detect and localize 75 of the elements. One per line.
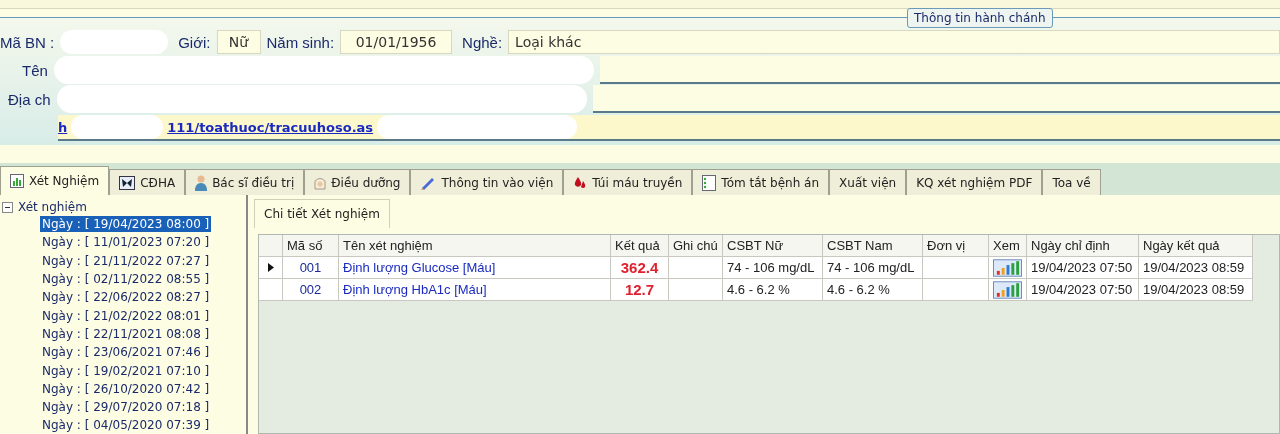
field-label: Năm sinh: bbox=[266, 33, 335, 51]
blood-drop-icon bbox=[573, 175, 588, 190]
field-label: Nghề: bbox=[462, 33, 503, 51]
name-field[interactable] bbox=[599, 56, 1280, 84]
doctor-icon bbox=[195, 174, 208, 191]
tree-item[interactable]: Ngày : [ 02/11/2022 08:55 ] bbox=[40, 271, 212, 288]
tree-item[interactable]: Ngày : [ 19/04/2023 08:00 ] bbox=[40, 216, 212, 233]
bar-chart-icon[interactable] bbox=[993, 258, 1022, 277]
tab[interactable]: Xét Nghiệm bbox=[0, 166, 110, 195]
chart-icon bbox=[10, 174, 24, 188]
table-cell: 19/04/2023 08:59 bbox=[1139, 279, 1253, 301]
butterfly-icon bbox=[119, 175, 136, 190]
table-cell: 19/04/2023 07:50 bbox=[1027, 279, 1139, 301]
field-label: Tên bbox=[22, 61, 48, 79]
field-label: Giới: bbox=[178, 33, 211, 51]
tab[interactable]: Bác sĩ điều trị bbox=[185, 169, 305, 195]
table-cell: 4.6 - 6.2 % bbox=[723, 279, 823, 301]
column-header[interactable]: Kết quả bbox=[611, 235, 669, 257]
table-cell: 19/04/2023 07:50 bbox=[1027, 257, 1139, 279]
collapse-icon[interactable] bbox=[2, 201, 13, 213]
table-cell: 4.6 - 6.2 % bbox=[823, 279, 923, 301]
column-header[interactable]: Ngày kết quả bbox=[1139, 235, 1253, 257]
table-cell: 74 - 106 mg/dL bbox=[723, 257, 823, 279]
occupation-field[interactable]: Loại khác bbox=[508, 30, 1280, 54]
nurse-icon bbox=[314, 175, 327, 190]
column-header[interactable]: CSBT Nữ bbox=[723, 235, 823, 257]
tab[interactable]: CĐHA bbox=[109, 169, 186, 195]
tree-item[interactable]: Ngày : [ 22/06/2022 08:27 ] bbox=[40, 289, 212, 306]
tree-item[interactable]: Ngày : [ 19/02/2021 07:10 ] bbox=[40, 362, 212, 379]
header-cell bbox=[259, 235, 283, 257]
tab[interactable]: Điều dưỡng bbox=[304, 169, 411, 195]
tab[interactable]: Túi máu truyền bbox=[563, 169, 693, 195]
tree-item[interactable]: Ngày : [ 11/01/2023 07:20 ] bbox=[40, 234, 212, 251]
column-header[interactable]: Ngày chỉ định bbox=[1027, 235, 1139, 257]
column-header[interactable]: Xem bbox=[989, 235, 1027, 257]
tree-node[interactable]: Xét nghiệm bbox=[16, 199, 89, 215]
bar-chart-icon[interactable] bbox=[993, 280, 1022, 299]
column-header[interactable]: CSBT Nam bbox=[823, 235, 923, 257]
tree-item[interactable]: Ngày : [ 04/05/2020 07:39 ] bbox=[40, 417, 212, 434]
tab[interactable]: KQ xét nghiệm PDF bbox=[906, 169, 1043, 195]
tree-item[interactable]: Ngày : [ 23/06/2021 07:46 ] bbox=[40, 344, 212, 361]
tab[interactable]: Tóm tắt bệnh án bbox=[692, 169, 830, 195]
table-cell: 12.7 bbox=[611, 279, 669, 301]
list-icon bbox=[702, 174, 717, 191]
detail-tab[interactable]: Chi tiết Xét nghiệm bbox=[254, 199, 390, 228]
column-header[interactable]: Mã số bbox=[283, 235, 339, 257]
row-indicator[interactable] bbox=[259, 257, 283, 279]
table-cell: 002 bbox=[283, 279, 339, 301]
column-header[interactable]: Tên xét nghiệm bbox=[339, 235, 611, 257]
table-cell: Định lượng HbA1c [Máu] bbox=[339, 279, 611, 301]
table-cell: 19/04/2023 08:59 bbox=[1139, 257, 1253, 279]
pencil-icon bbox=[420, 175, 437, 190]
address-field[interactable] bbox=[592, 85, 1280, 113]
tree-item[interactable]: Ngày : [ 26/10/2020 07:42 ] bbox=[40, 380, 212, 397]
link-text[interactable]: 111/toathuoc/tracuuhoso.as bbox=[167, 119, 374, 135]
tree-item[interactable]: Ngày : [ 21/11/2022 07:27 ] bbox=[40, 252, 212, 269]
current-row-icon bbox=[267, 263, 274, 272]
column-header[interactable]: Đơn vị bbox=[923, 235, 989, 257]
gender-field[interactable]: Nữ bbox=[216, 30, 261, 54]
tree-item[interactable]: Ngày : [ 29/07/2020 07:18 ] bbox=[40, 399, 212, 416]
group-legend: Thông tin hành chánh bbox=[907, 8, 1053, 28]
field-label: Mã BN : bbox=[0, 33, 55, 51]
table-cell: 74 - 106 mg/dL bbox=[823, 257, 923, 279]
tab[interactable]: Xuất viện bbox=[829, 169, 907, 195]
tab[interactable]: Thông tin vào viện bbox=[410, 169, 564, 195]
table-cell: 362.4 bbox=[611, 257, 669, 279]
table-cell: Định lượng Glucose [Máu] bbox=[339, 257, 611, 279]
tab[interactable]: Toa về bbox=[1042, 169, 1101, 195]
tree-item[interactable]: Ngày : [ 22/11/2021 08:08 ] bbox=[40, 325, 212, 342]
table-cell: 001 bbox=[283, 257, 339, 279]
link-text[interactable]: h bbox=[58, 119, 68, 135]
birth-date-field[interactable]: 01/01/1956 bbox=[340, 30, 453, 54]
column-header[interactable]: Ghi chú bbox=[669, 235, 723, 257]
field-label: Địa ch bbox=[8, 90, 51, 108]
tree-item[interactable]: Ngày : [ 21/02/2022 08:01 ] bbox=[40, 307, 212, 324]
